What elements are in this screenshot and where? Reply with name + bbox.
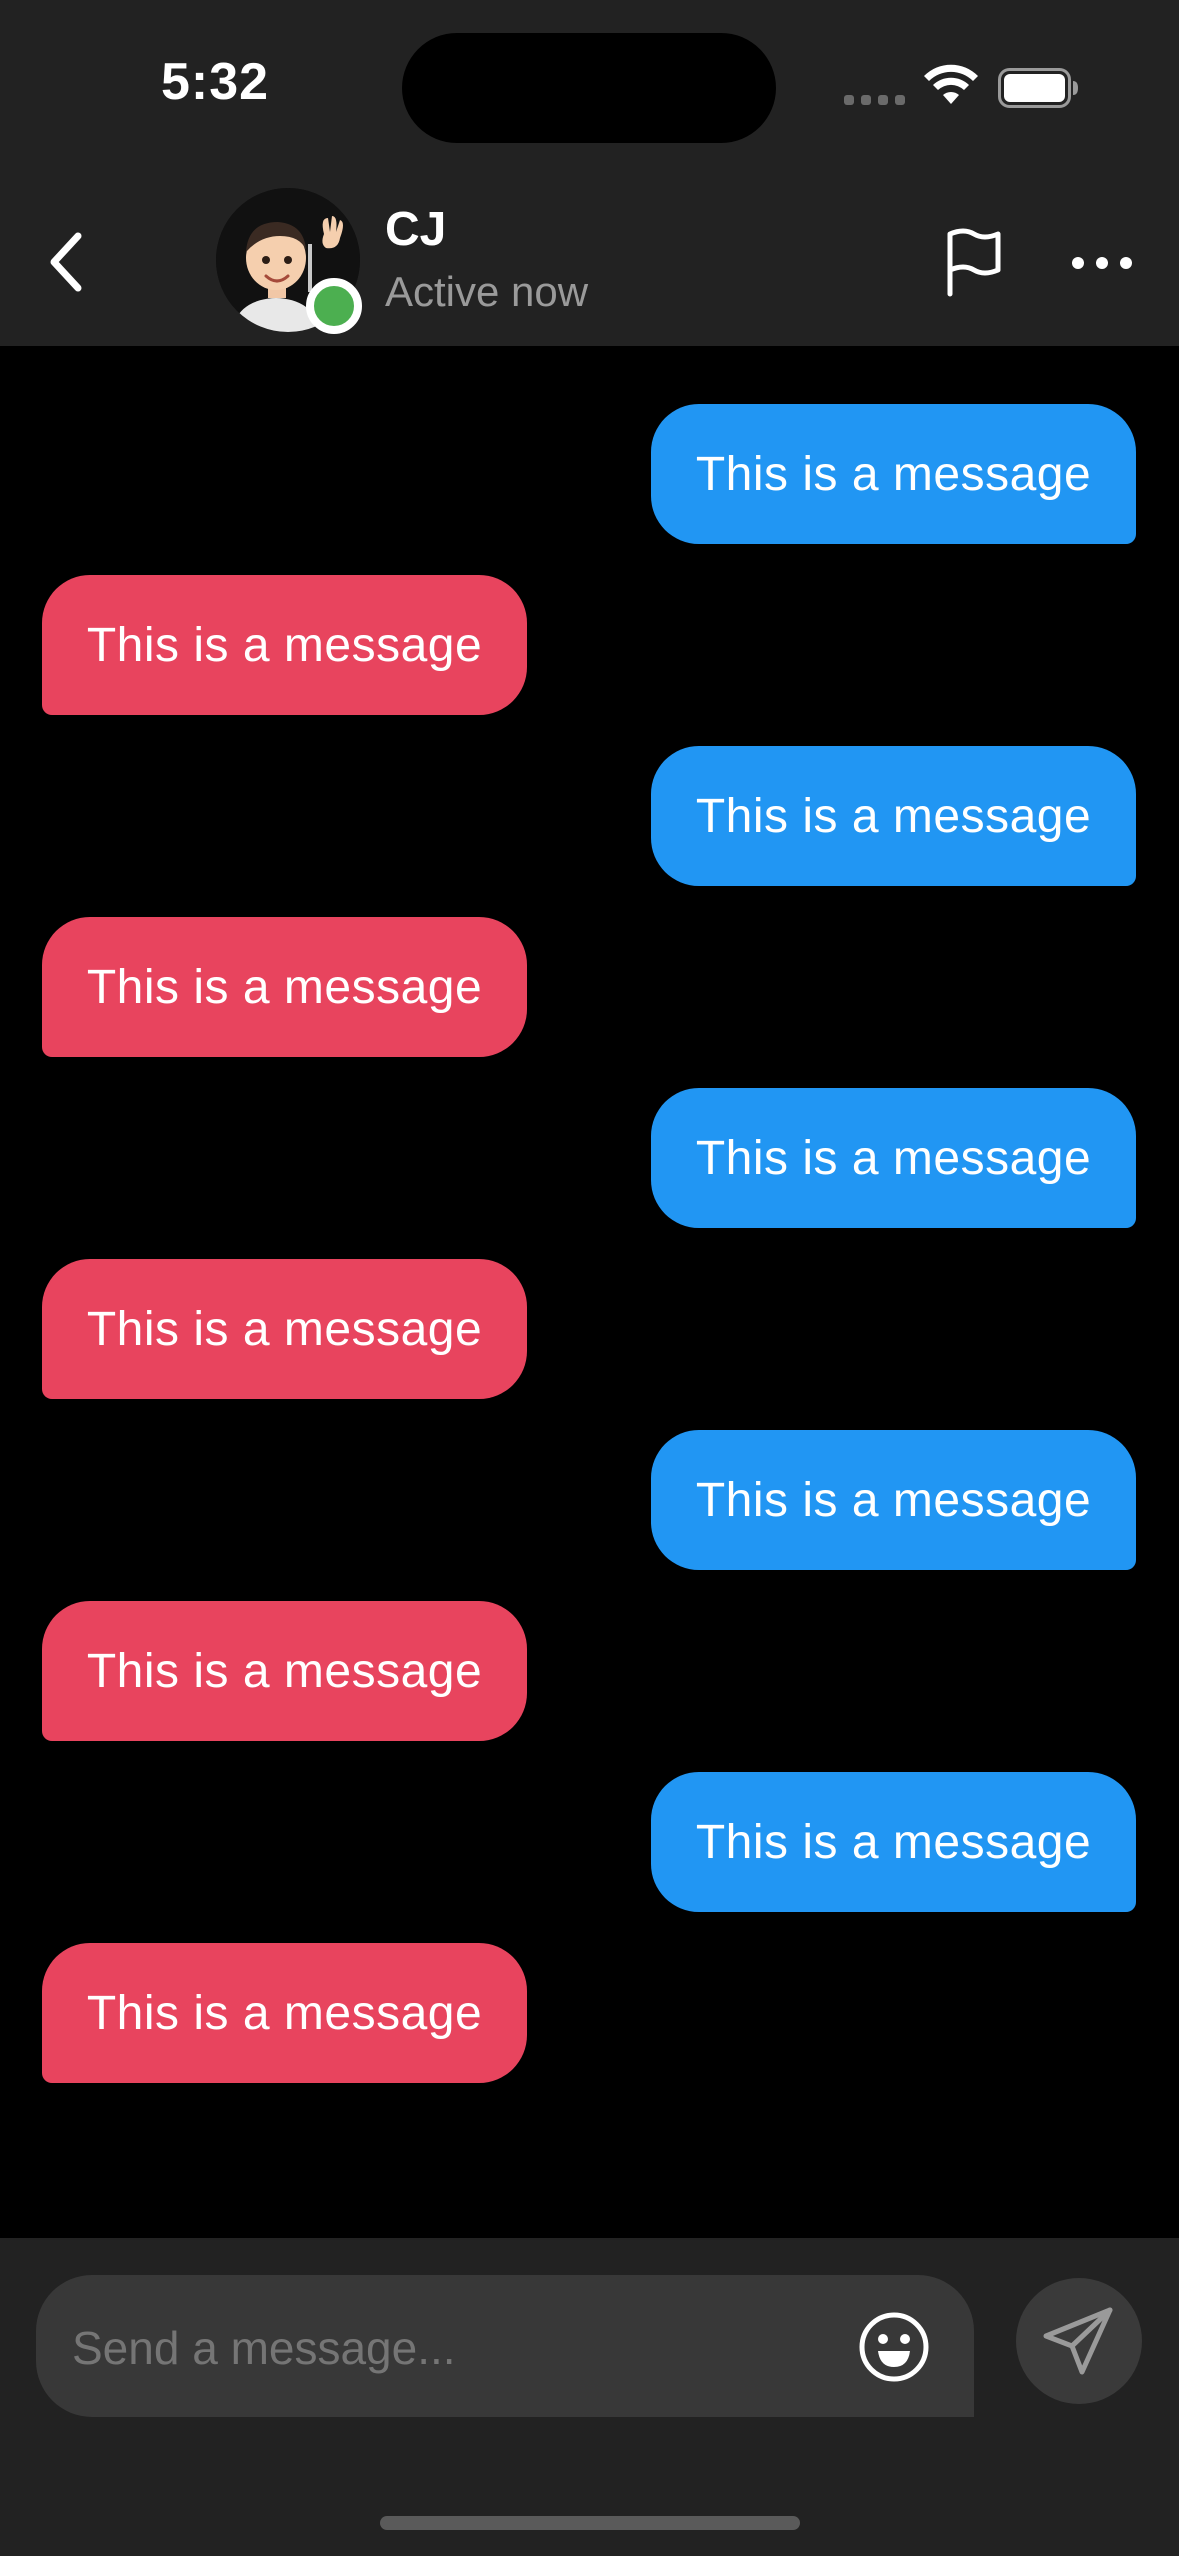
emoji-icon[interactable] [856, 2309, 932, 2385]
message-input[interactable] [72, 2321, 852, 2375]
message-bubble-sent[interactable]: This is a message [651, 746, 1136, 886]
message-bubble-received[interactable]: This is a message [42, 1943, 527, 2083]
send-button[interactable] [1016, 2278, 1142, 2404]
message-bubble-sent[interactable]: This is a message [651, 1430, 1136, 1570]
contact-name[interactable]: CJ [385, 202, 446, 257]
dynamic-island [402, 33, 776, 143]
message-input-box[interactable] [36, 2275, 974, 2417]
status-time: 5:32 [160, 53, 270, 111]
message-bubble-received[interactable]: This is a message [42, 1601, 527, 1741]
chat-screen: 5:32 CJ Active now This is a message Thi… [0, 0, 1179, 2556]
message-bubble-sent[interactable]: This is a message [651, 1088, 1136, 1228]
wifi-icon [924, 64, 978, 104]
message-composer [0, 2238, 1179, 2556]
contact-status: Active now [385, 268, 589, 315]
back-chevron-icon[interactable] [40, 222, 96, 302]
message-bubble-received[interactable]: This is a message [42, 1259, 527, 1399]
message-bubble-sent[interactable]: This is a message [651, 404, 1136, 544]
message-list[interactable]: This is a message This is a message This… [0, 346, 1179, 2238]
message-bubble-sent[interactable]: This is a message [651, 1772, 1136, 1912]
avatar-container[interactable] [216, 188, 366, 338]
message-bubble-received[interactable]: This is a message [42, 917, 527, 1057]
chat-header: CJ Active now [0, 172, 1179, 346]
signal-icon [844, 95, 906, 107]
battery-icon [998, 68, 1078, 108]
home-indicator [380, 2516, 800, 2530]
more-icon[interactable] [1070, 248, 1134, 278]
message-bubble-received[interactable]: This is a message [42, 575, 527, 715]
send-icon [1043, 2307, 1113, 2375]
online-indicator [306, 278, 362, 334]
status-bar: 5:32 [0, 0, 1179, 172]
flag-icon[interactable] [944, 228, 1004, 298]
